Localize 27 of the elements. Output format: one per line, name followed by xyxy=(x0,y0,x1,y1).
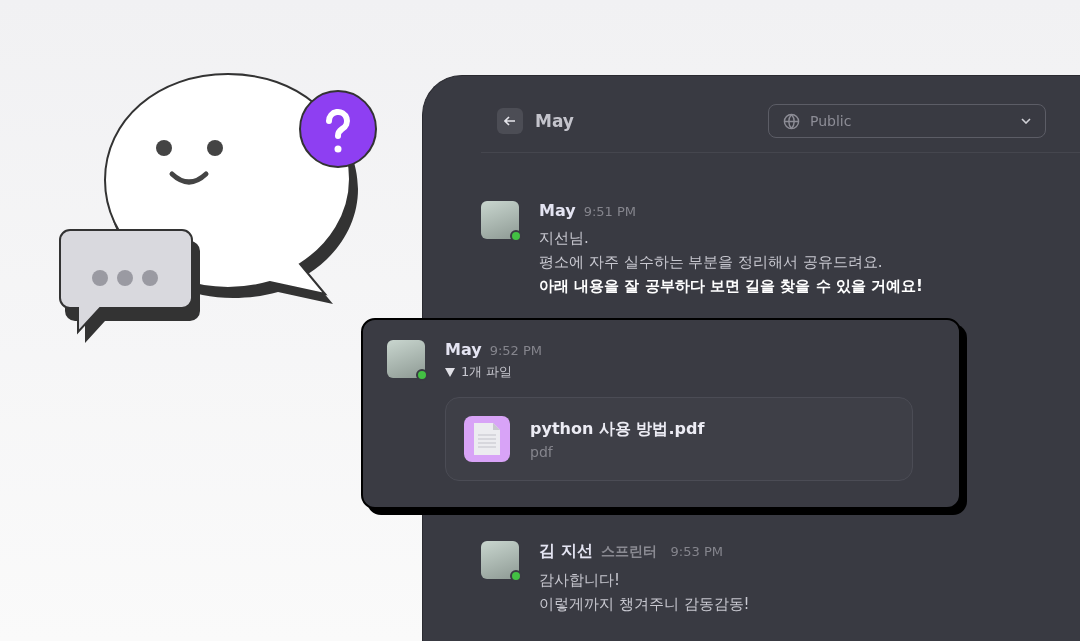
avatar-photo-placeholder xyxy=(387,340,425,378)
message-time: 9:52 PM xyxy=(489,343,543,358)
avatar-photo-placeholder xyxy=(481,201,519,239)
message-text: 감사합니다! xyxy=(539,570,621,591)
chat-title: May xyxy=(535,111,575,131)
chevron-down-icon xyxy=(1021,118,1031,124)
back-button[interactable] xyxy=(497,108,523,134)
author-name: 김 지선 xyxy=(539,541,593,562)
file-name: python 사용 방법.pdf xyxy=(530,418,705,440)
message-time: 9:53 PM xyxy=(670,544,723,559)
message-text: 평소에 자주 실수하는 부분을 정리해서 공유드려요. xyxy=(539,252,884,273)
author-role: 스프린터 xyxy=(600,543,657,561)
message-text: 이렇게까지 챙겨주니 감동감동! xyxy=(539,594,750,615)
avatar-photo-placeholder xyxy=(481,541,519,579)
arrow-left-icon xyxy=(504,116,516,126)
file-attachment[interactable]: python 사용 방법.pdf pdf xyxy=(445,397,913,481)
document-icon xyxy=(464,416,510,462)
message-text: 아래 내용을 잘 공부하다 보면 길을 찾을 수 있을 거예요! xyxy=(539,276,923,297)
files-toggle[interactable]: 1개 파일 xyxy=(445,363,913,381)
author-name: May xyxy=(539,201,576,220)
message-time: 9:51 PM xyxy=(583,204,637,219)
message-text: 지선님. xyxy=(539,228,590,249)
visibility-select[interactable]: Public xyxy=(768,104,1046,138)
caret-icon xyxy=(445,367,455,377)
globe-icon xyxy=(783,112,800,130)
file-type: pdf xyxy=(530,443,554,460)
author-name: May xyxy=(445,340,482,359)
